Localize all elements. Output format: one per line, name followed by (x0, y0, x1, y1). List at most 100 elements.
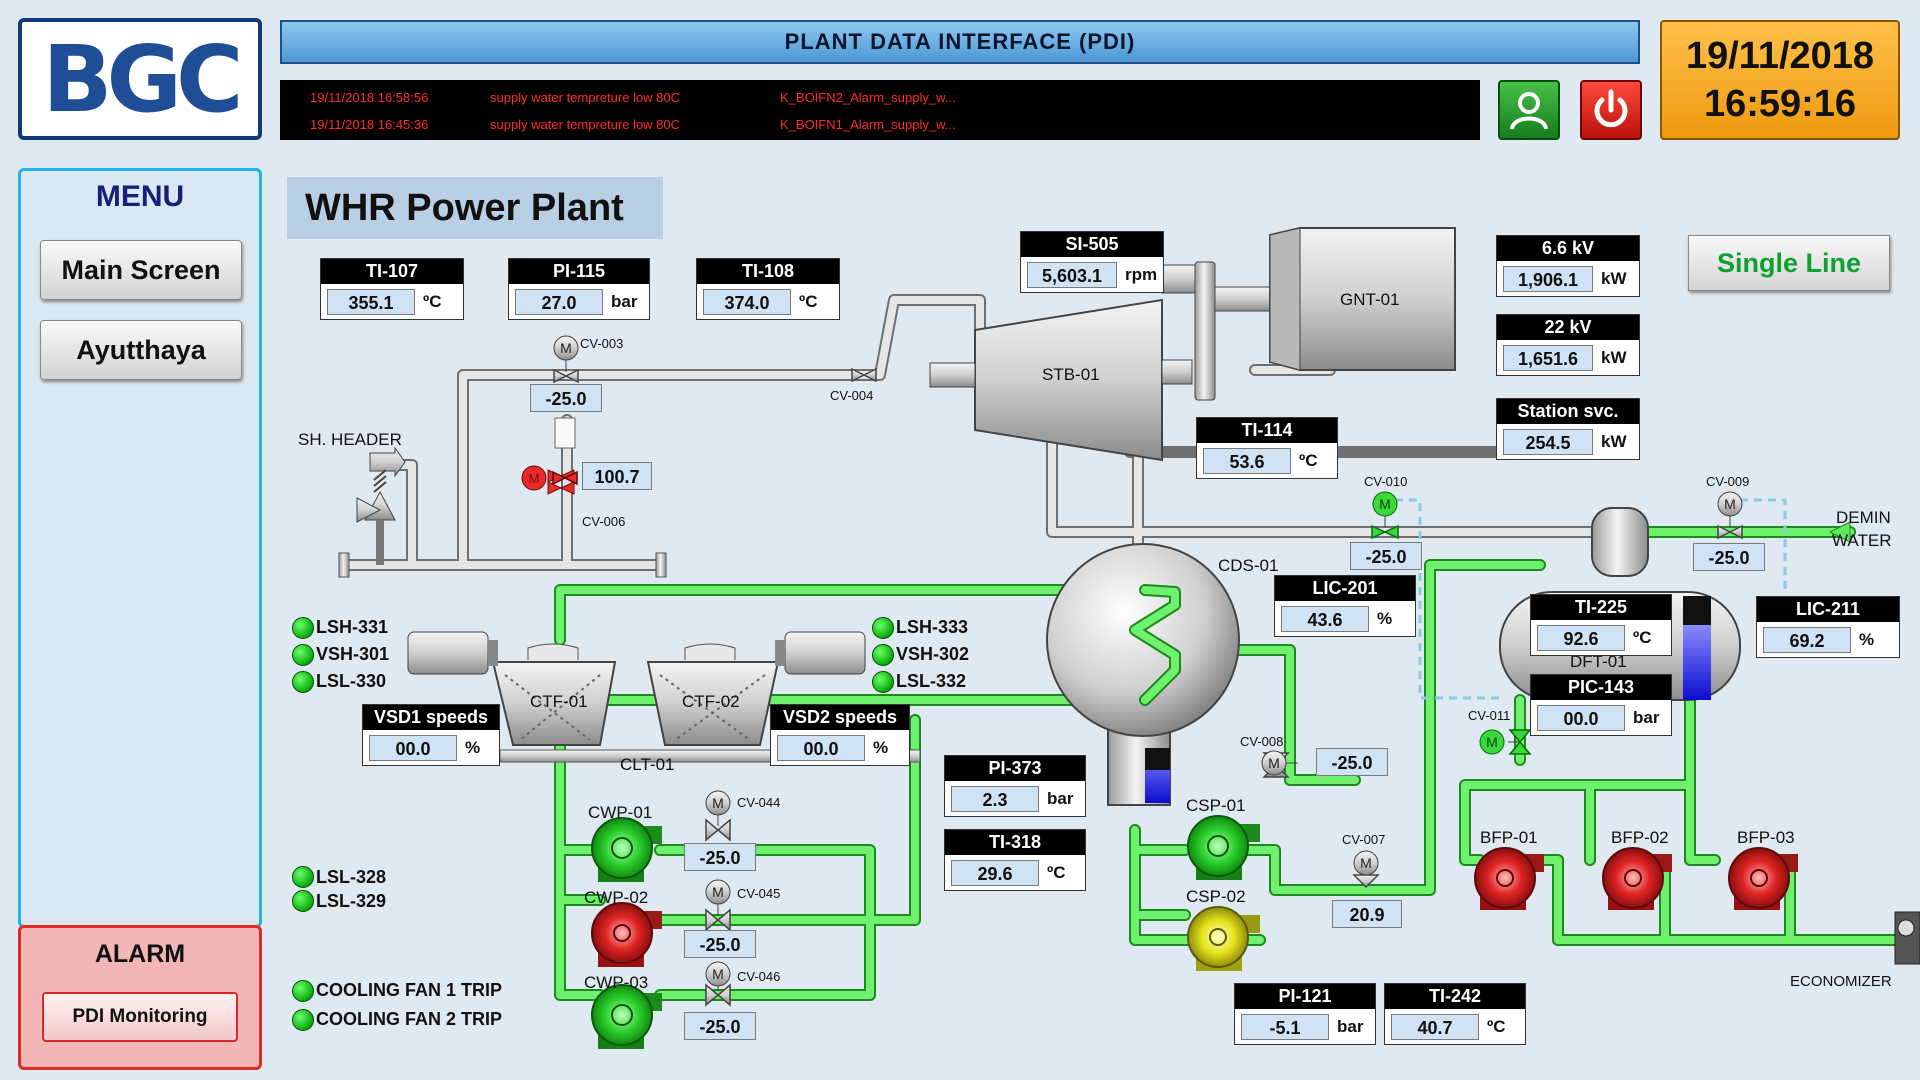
sh-header-label: SH. HEADER (298, 430, 402, 449)
status-led-icon (292, 643, 314, 666)
ti-318-value: 29.6 (951, 859, 1039, 886)
actuator-symbol: M (712, 966, 724, 982)
status-led-icon (872, 670, 894, 693)
status-led-icon (292, 616, 314, 639)
status-led-icon (292, 1008, 314, 1031)
ti-108-unit: ºC (799, 291, 818, 311)
ti-114-box[interactable]: TI-114 53.6 ºC (1196, 417, 1338, 479)
cwp-02-label: CWP-02 (584, 888, 649, 907)
ti-107-box[interactable]: TI-107 355.1 ºC (320, 258, 464, 320)
ti-318-box[interactable]: TI-318 29.6 ºC (944, 829, 1086, 891)
vsd1-unit: % (465, 737, 481, 757)
process-diagram: M M M M M M M M M M (338, 227, 1920, 1049)
cv-008-value[interactable]: -25.0 (1316, 748, 1388, 776)
status-led-icon (872, 643, 894, 666)
status-group-right: LSH-333 VSH-302 LSL-332 (872, 614, 969, 695)
pi-373-value: 2.3 (951, 785, 1039, 812)
pump-cwp-01 (591, 817, 662, 882)
ti-242-box[interactable]: TI-242 40.7 ºC (1384, 983, 1526, 1045)
ctf-02-label: CTF-02 (682, 692, 740, 711)
cv-007-value[interactable]: 20.9 (1332, 900, 1402, 928)
vsd2-box[interactable]: VSD2 speeds 00.0% (770, 704, 910, 766)
status-led-icon (872, 616, 894, 639)
actuator-symbol: M (1724, 496, 1736, 512)
pi-373-unit: bar (1047, 788, 1074, 808)
csp-02-label: CSP-02 (1186, 887, 1246, 906)
status-lsh-333: LSH-333 (872, 614, 969, 641)
cv-006-tag: CV-006 (582, 514, 626, 529)
lic-201-box[interactable]: LIC-201 43.6% (1274, 575, 1416, 637)
cv-003-tag: CV-003 (580, 336, 624, 351)
pi-115-unit: bar (611, 291, 638, 311)
status-vsh-301: VSH-301 (292, 641, 389, 668)
ctf-01-label: CTF-01 (530, 692, 588, 711)
actuator-symbol: M (1379, 496, 1391, 512)
ti-242-tag: TI-242 (1385, 984, 1525, 1009)
kv22-box[interactable]: 22 kV 1,651.6 kW (1496, 314, 1640, 376)
ti-107-unit: ºC (423, 291, 442, 311)
kv22-tag: 22 kV (1497, 315, 1639, 340)
kv66-unit: kW (1601, 268, 1627, 288)
status-group-left: LSH-331 VSH-301 LSL-330 (292, 614, 389, 695)
status-lsl-329: LSL-329 (292, 889, 386, 913)
status-led-icon (292, 670, 314, 693)
status-cooling-fan-1-trip: COOLING FAN 1 TRIP (292, 976, 502, 1005)
kv66-value: 1,906.1 (1503, 265, 1593, 292)
status-group-trip: COOLING FAN 1 TRIP COOLING FAN 2 TRIP (292, 976, 502, 1034)
vsd1-box[interactable]: VSD1 speeds 00.0% (362, 704, 500, 766)
economizer-label: ECONOMIZER (1790, 973, 1892, 990)
cv-044-value[interactable]: -25.0 (684, 843, 756, 871)
lic-201-unit: % (1377, 608, 1393, 628)
lic-211-value: 69.2 (1763, 626, 1851, 653)
ti-114-value: 53.6 (1203, 447, 1291, 474)
lic-211-box[interactable]: LIC-211 69.2% (1756, 596, 1900, 658)
cv-010-value[interactable]: -25.0 (1350, 542, 1422, 570)
kv66-box[interactable]: 6.6 kV 1,906.1 kW (1496, 235, 1640, 297)
csp-01-label: CSP-01 (1186, 796, 1246, 815)
status-led-icon (292, 979, 314, 1002)
actuator-symbol: M (712, 884, 724, 900)
cv-006-value[interactable]: 100.7 (582, 462, 652, 490)
si-505-tag: SI-505 (1021, 232, 1163, 257)
lic-211-unit: % (1859, 629, 1875, 649)
status-lsl-332: LSL-332 (872, 668, 969, 695)
lic-201-value: 43.6 (1281, 605, 1369, 632)
bfp-01-label: BFP-01 (1480, 828, 1538, 847)
station-svc-box[interactable]: Station svc. 254.5 kW (1496, 398, 1640, 460)
cv-010-tag: CV-010 (1364, 474, 1408, 489)
status-led-icon (292, 890, 314, 912)
clt-label: CLT-01 (620, 755, 675, 774)
lic-211-tag: LIC-211 (1757, 597, 1899, 622)
vsd1-tag: VSD1 speeds (363, 705, 499, 730)
pi-373-tag: PI-373 (945, 756, 1085, 781)
ti-318-tag: TI-318 (945, 830, 1085, 855)
ti-114-tag: TI-114 (1197, 418, 1337, 443)
si-505-value: 5,603.1 (1027, 261, 1117, 288)
actuator-symbol: M (560, 340, 572, 356)
ti-225-box[interactable]: TI-225 92.6 ºC (1530, 594, 1672, 656)
si-505-box[interactable]: SI-505 5,603.1 rpm (1020, 231, 1164, 293)
ti-242-unit: ºC (1487, 1016, 1506, 1036)
lic-201-tag: LIC-201 (1275, 576, 1415, 601)
status-cooling-fan-2-trip: COOLING FAN 2 TRIP (292, 1005, 502, 1034)
pi-121-box[interactable]: PI-121 -5.1 bar (1234, 983, 1376, 1045)
vsd2-value: 00.0 (777, 734, 865, 761)
cv-045-value[interactable]: -25.0 (684, 930, 756, 958)
cv-004-tag: CV-004 (830, 388, 874, 403)
ti-108-box[interactable]: TI-108 374.0 ºC (696, 258, 840, 320)
status-lsl-328: LSL-328 (292, 865, 386, 889)
si-505-unit: rpm (1125, 264, 1158, 284)
ti-318-unit: ºC (1047, 862, 1066, 882)
pi-373-box[interactable]: PI-373 2.3 bar (944, 755, 1086, 817)
ti-107-tag: TI-107 (321, 259, 463, 284)
ti-225-value: 92.6 (1537, 624, 1625, 651)
cv-009-tag: CV-009 (1706, 474, 1750, 489)
pic-143-box[interactable]: PIC-143 00.0 bar (1530, 674, 1672, 736)
pi-121-value: -5.1 (1241, 1013, 1329, 1040)
cv-003-value[interactable]: -25.0 (530, 384, 602, 412)
cv-009-value[interactable]: -25.0 (1693, 543, 1765, 571)
pi-115-box[interactable]: PI-115 27.0 bar (508, 258, 650, 320)
vsd1-value: 00.0 (369, 734, 457, 761)
cv-046-value[interactable]: -25.0 (684, 1012, 756, 1040)
kv66-tag: 6.6 kV (1497, 236, 1639, 261)
